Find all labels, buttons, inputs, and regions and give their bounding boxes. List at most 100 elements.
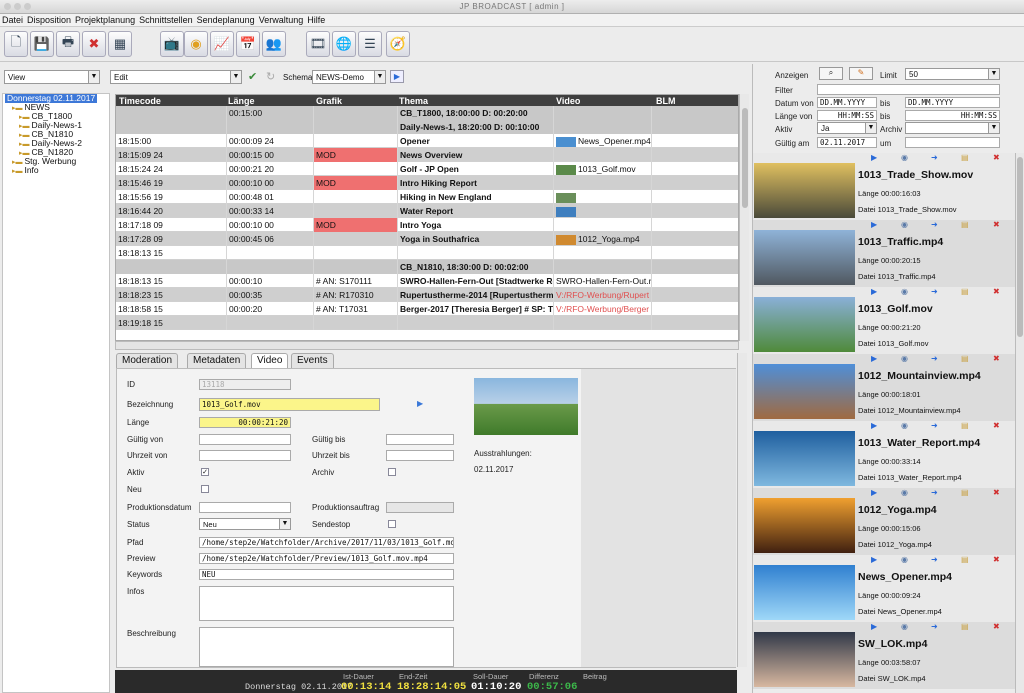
- media-card[interactable]: ▶ ◉ ➜ ▤ ✖ SW_LOK.mp4 Länge 00:03:58:07 Datei SW…: [753, 622, 1015, 689]
- tree-node[interactable]: ▸▬ Stg. Werbung: [3, 157, 109, 167]
- tree-node[interactable]: Donnerstag 02.11.2017: [3, 94, 109, 103]
- table-row[interactable]: 18:15:00 00:00:09 24 Opener News_Opener.mp4: [116, 134, 738, 148]
- delete-icon[interactable]: ✖: [993, 354, 1000, 363]
- column-header[interactable]: Thema: [399, 96, 428, 106]
- calendar-icon[interactable]: 📅: [236, 31, 260, 57]
- play-icon[interactable]: ▶: [871, 555, 877, 564]
- arrow-right-icon[interactable]: ➜: [931, 153, 938, 162]
- globe-icon[interactable]: ◉: [901, 354, 908, 363]
- menu-verwaltung[interactable]: Verwaltung: [257, 14, 306, 25]
- menu-hilfe[interactable]: Hilfe: [305, 14, 327, 25]
- play-icon[interactable]: ▶: [390, 70, 404, 83]
- media-card[interactable]: ▶ ◉ ➜ ▤ ✖ 1012_Yoga.mp4 Länge 00:00:15:06 Datei…: [753, 488, 1015, 555]
- print-icon[interactable]: 🖶: [56, 31, 80, 57]
- neu-checkbox[interactable]: [201, 485, 209, 493]
- table-row[interactable]: 18:15:09 24 00:00:15 00 MOD News Overview: [116, 148, 738, 162]
- media-card[interactable]: ▶ ◉ ➜ ▤ ✖ 1013_Golf.mov Länge 00:00:21:20 Datei…: [753, 287, 1015, 354]
- globe-icon[interactable]: ◉: [901, 220, 908, 229]
- tab-metadaten[interactable]: Metadaten: [187, 353, 247, 368]
- clipboard-icon[interactable]: ▤: [961, 421, 969, 430]
- film-icon[interactable]: 🎞: [306, 31, 330, 57]
- table-row[interactable]: CB_N1810, 18:30:00 D: 00:02:00: [116, 260, 738, 274]
- keywords-field[interactable]: NEU: [199, 569, 454, 580]
- clipboard-icon[interactable]: ▤: [961, 488, 969, 497]
- arrow-right-icon[interactable]: ➜: [931, 488, 938, 497]
- globe-icon[interactable]: ◉: [901, 153, 908, 162]
- play-icon[interactable]: ▶: [871, 622, 877, 631]
- arrow-right-icon[interactable]: ➜: [931, 622, 938, 631]
- archiv-filter-select[interactable]: ▼: [905, 122, 1000, 134]
- table-row[interactable]: 18:15:56 19 00:00:48 01 Hiking in New Engl…: [116, 190, 738, 204]
- tab-events[interactable]: Events: [291, 353, 334, 368]
- table-row[interactable]: 18:15:24 24 00:00:21 20 Golf - JP Open 1013…: [116, 162, 738, 176]
- column-header[interactable]: Grafik: [316, 96, 342, 106]
- delete-icon[interactable]: ✖: [993, 421, 1000, 430]
- laenge-bis-field[interactable]: HH:MM:SS: [905, 110, 1000, 121]
- play-icon[interactable]: ▶: [871, 354, 877, 363]
- delete-icon[interactable]: ✖: [993, 153, 1000, 162]
- column-header[interactable]: Timecode: [119, 96, 161, 106]
- arrow-right-icon[interactable]: ➜: [931, 220, 938, 229]
- arrow-right-icon[interactable]: ➜: [931, 354, 938, 363]
- globe-icon[interactable]: ◉: [901, 622, 908, 631]
- scroll-thumb[interactable]: [1017, 157, 1023, 337]
- play-icon[interactable]: ▶: [871, 287, 877, 296]
- media-scrollbar[interactable]: [1015, 153, 1024, 693]
- globe-icon[interactable]: ◉: [901, 287, 908, 296]
- play-icon[interactable]: ▶: [871, 153, 877, 162]
- datum-von-field[interactable]: DD.MM.YYYY: [817, 97, 877, 108]
- laenge-field[interactable]: 00:00:21:20: [199, 417, 291, 428]
- column-header[interactable]: Länge: [228, 96, 255, 106]
- limit-select[interactable]: 50 ▼: [905, 68, 1000, 80]
- aktiv-filter-select[interactable]: Ja ▼: [817, 122, 877, 134]
- preview-field[interactable]: /home/step2e/Watchfolder/Preview/1013_Go…: [199, 553, 454, 564]
- clipboard-icon[interactable]: ▤: [961, 555, 969, 564]
- schema-select[interactable]: NEWS-Demo ▼: [312, 70, 386, 84]
- clipboard-icon[interactable]: ▤: [961, 354, 969, 363]
- list-icon[interactable]: ☰: [358, 31, 382, 57]
- aktiv-checkbox[interactable]: ✓: [201, 468, 209, 476]
- delete-icon[interactable]: ✖: [993, 220, 1000, 229]
- media-card[interactable]: ▶ ◉ ➜ ▤ ✖ 1013_Trade_Show.mov Länge 00:00:16:0…: [753, 153, 1015, 220]
- play-icon[interactable]: ▶: [871, 488, 877, 497]
- globe-user-icon[interactable]: 🌐: [332, 31, 356, 57]
- arrow-right-icon[interactable]: ➜: [931, 287, 938, 296]
- delete-icon[interactable]: ✖: [993, 287, 1000, 296]
- checkmark-icon[interactable]: ✔: [248, 70, 260, 83]
- pfad-field[interactable]: /home/step2e/Watchfolder/Archive/2017/11…: [199, 537, 454, 548]
- uhrzeit-von-field[interactable]: [199, 450, 291, 461]
- beschreibung-textarea[interactable]: [199, 627, 454, 667]
- table-row[interactable]: 18:17:28 09 00:00:45 06 Yoga in Southafric…: [116, 232, 738, 246]
- play-icon[interactable]: ▶: [417, 399, 423, 408]
- column-header[interactable]: Video: [556, 96, 580, 106]
- form-scrollbar[interactable]: [737, 353, 747, 667]
- delete-icon[interactable]: ✖: [993, 555, 1000, 564]
- table-row[interactable]: 18:15:46 19 00:00:10 00 MOD Intro Hiking Re…: [116, 176, 738, 190]
- media-card[interactable]: ▶ ◉ ➜ ▤ ✖ 1013_Traffic.mp4 Länge 00:00:20:15 Da…: [753, 220, 1015, 287]
- table-row[interactable]: Daily-News-1, 18:20:00 D: 00:10:00: [116, 120, 738, 134]
- archiv-checkbox[interactable]: [388, 468, 396, 476]
- media-card[interactable]: ▶ ◉ ➜ ▤ ✖ News_Opener.mp4 Länge 00:00:09:24 Dat…: [753, 555, 1015, 622]
- table-row[interactable]: 18:18:58 15 00:00:20 # AN: T17031 Berger-20…: [116, 302, 738, 316]
- menu-sendeplanung[interactable]: Sendeplanung: [195, 14, 257, 25]
- chart-icon[interactable]: 📈: [210, 31, 234, 57]
- um-field[interactable]: [905, 137, 1000, 148]
- sendestop-checkbox[interactable]: [388, 520, 396, 528]
- scroll-thumb[interactable]: [742, 108, 748, 208]
- binoculars-icon[interactable]: ⌕: [819, 67, 843, 80]
- clipboard-icon[interactable]: ▤: [961, 153, 969, 162]
- column-header[interactable]: BLM: [656, 96, 676, 106]
- menu-disposition[interactable]: Disposition: [25, 14, 73, 25]
- tab-moderation[interactable]: Moderation: [116, 353, 179, 368]
- globe-icon[interactable]: ◉: [901, 488, 908, 497]
- refresh-icon[interactable]: ↻: [266, 70, 278, 83]
- table-row[interactable]: 18:18:13 15 00:00:10 # AN: S170111 SWRO-Hal…: [116, 274, 738, 288]
- users-icon[interactable]: 👥: [262, 31, 286, 57]
- grid-icon[interactable]: ▦: [108, 31, 132, 57]
- infos-textarea[interactable]: [199, 586, 454, 621]
- laenge-von-field[interactable]: HH:MM:SS: [817, 110, 877, 121]
- delete-icon[interactable]: ✖: [993, 488, 1000, 497]
- grid-scrollbar[interactable]: [739, 94, 749, 341]
- new-document-icon[interactable]: 🗋: [4, 31, 28, 57]
- clipboard-icon[interactable]: ▤: [961, 622, 969, 631]
